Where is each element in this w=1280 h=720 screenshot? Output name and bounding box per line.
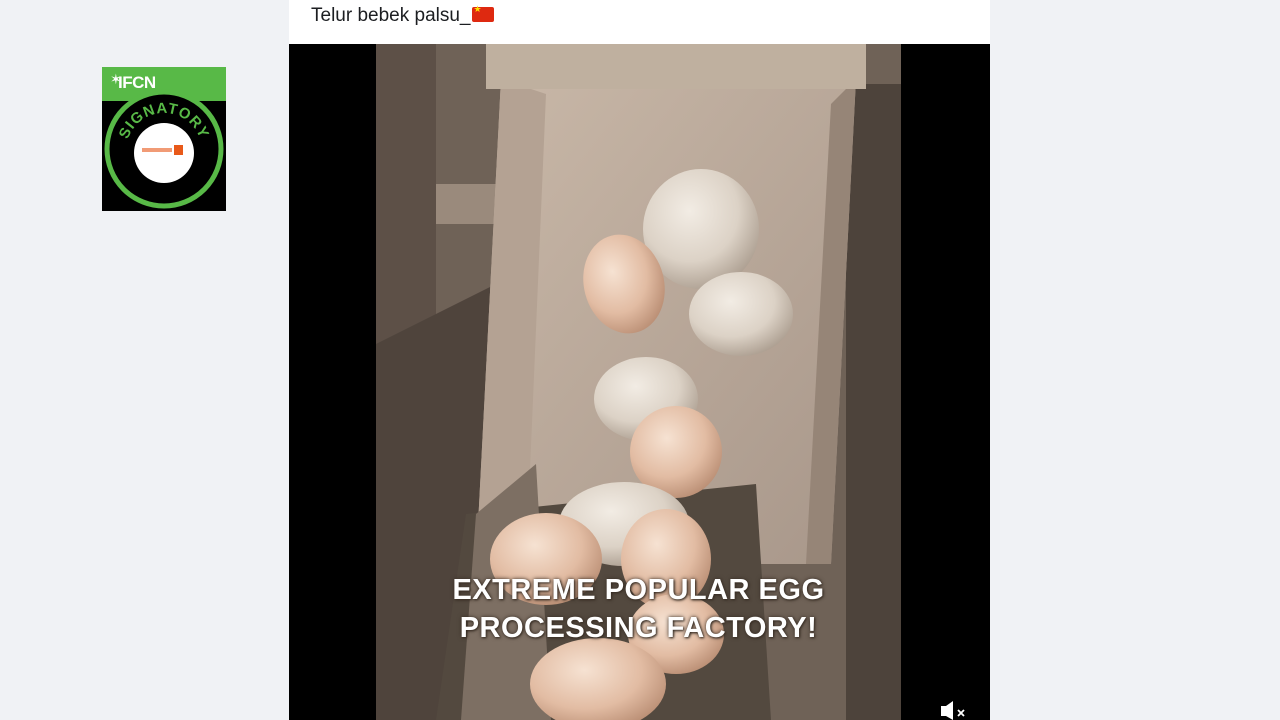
post-text: Telur bebek palsu_ [311, 5, 471, 26]
signatory-seal: SIGNATORY [104, 89, 224, 209]
china-flag-icon [471, 4, 494, 22]
video-player[interactable]: EXTREME POPULAR EGG PROCESSING FACTORY! [289, 44, 990, 720]
video-caption: EXTREME POPULAR EGG PROCESSING FACTORY! [376, 571, 901, 647]
video-frame: EXTREME POPULAR EGG PROCESSING FACTORY! [376, 44, 901, 720]
ifcn-signatory-badge: ✶ IFCN SIGNATORY [102, 67, 226, 211]
social-post: Telur bebek palsu_★ EXTREME POPULAR EGG … [289, 0, 990, 720]
speaker-muted-icon[interactable] [934, 700, 970, 720]
video-caption-line-2: PROCESSING FACTORY! [459, 612, 818, 644]
post-text-container: Telur bebek palsu_ [311, 4, 494, 27]
video-caption-line-1: EXTREME POPULAR EGG [452, 574, 825, 606]
